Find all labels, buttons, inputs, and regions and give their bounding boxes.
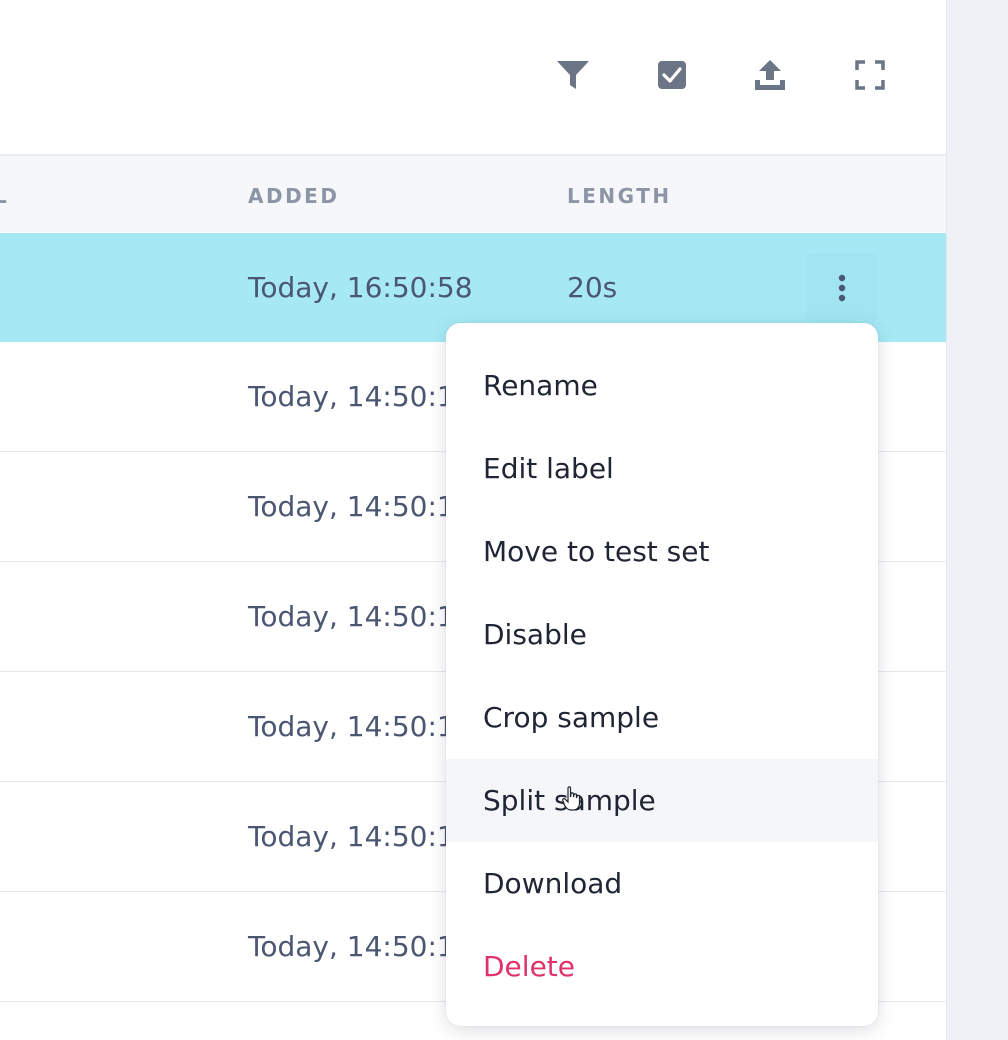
row-context-menu: Rename Edit label Move to test set Disab… <box>446 323 878 1026</box>
table-header <box>0 156 946 232</box>
menu-item-rename[interactable]: Rename <box>446 344 878 427</box>
menu-item-move-to-test-set[interactable]: Move to test set <box>446 510 878 593</box>
added-cell: Today, 14:50:1 <box>248 600 455 633</box>
added-cell: Today, 14:50:1 <box>248 820 455 853</box>
fullscreen-button[interactable] <box>850 55 890 95</box>
upload-icon <box>755 60 785 90</box>
added-cell: Today, 14:50:1 <box>248 710 455 743</box>
added-cell: Today, 14:50:1 <box>248 490 455 523</box>
menu-item-edit-label[interactable]: Edit label <box>446 427 878 510</box>
checkbox-icon <box>658 61 686 89</box>
page-gutter <box>947 0 1008 1040</box>
more-vertical-icon <box>838 274 846 302</box>
fullscreen-icon <box>855 60 885 90</box>
menu-item-download[interactable]: Download <box>446 842 878 925</box>
upload-button[interactable] <box>750 55 790 95</box>
added-cell: Today, 14:50:1 <box>248 930 455 963</box>
row-actions-button[interactable] <box>806 253 878 323</box>
menu-item-delete[interactable]: Delete <box>446 925 878 1008</box>
filter-icon <box>557 61 589 89</box>
column-header-label[interactable]: L <box>0 184 9 208</box>
menu-item-split-sample[interactable]: Split sample <box>446 759 878 842</box>
filter-button[interactable] <box>553 55 593 95</box>
menu-item-disable[interactable]: Disable <box>446 593 878 676</box>
added-cell: Today, 14:50:1 <box>248 380 455 413</box>
select-all-button[interactable] <box>652 55 692 95</box>
toolbar <box>0 0 946 156</box>
menu-item-crop-sample[interactable]: Crop sample <box>446 676 878 759</box>
column-header-length[interactable]: LENGTH <box>567 184 672 208</box>
column-header-added[interactable]: ADDED <box>248 184 339 208</box>
added-cell: Today, 16:50:58 <box>248 271 473 304</box>
